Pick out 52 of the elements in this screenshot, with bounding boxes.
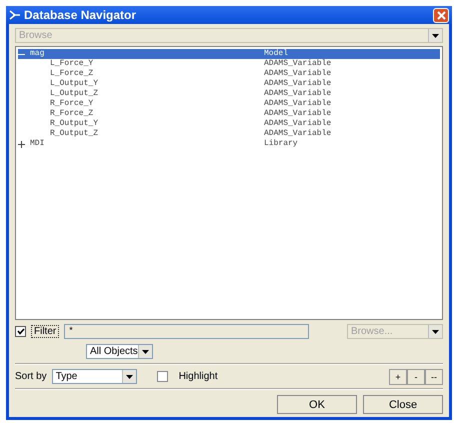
item-type: Model bbox=[264, 49, 288, 59]
dialog-button[interactable]: OK bbox=[277, 395, 357, 414]
close-icon bbox=[436, 10, 446, 20]
item-type: ADAMS_Variable bbox=[264, 99, 332, 109]
item-name: L_Force_Y bbox=[50, 59, 94, 69]
item-type: ADAMS_Variable bbox=[264, 109, 332, 119]
caret-icon bbox=[126, 374, 133, 378]
item-name: R_Output_Y bbox=[50, 119, 98, 129]
item-name: R_Force_Z bbox=[50, 109, 94, 119]
tree-row[interactable]: L_Output_Z ADAMS_Variable bbox=[18, 89, 440, 99]
item-name: mag bbox=[30, 49, 44, 59]
item-type: ADAMS_Variable bbox=[264, 69, 332, 79]
item-name: R_Output_Z bbox=[50, 129, 98, 139]
tree-row[interactable]: R_Output_Y ADAMS_Variable bbox=[18, 119, 440, 129]
item-type: ADAMS_Variable bbox=[264, 59, 332, 69]
highlight-label: Highlight bbox=[178, 371, 218, 382]
item-type: ADAMS_Variable bbox=[264, 129, 332, 139]
zoom-button[interactable]: - bbox=[407, 368, 425, 384]
tree-row[interactable]: R_Force_Z ADAMS_Variable bbox=[18, 109, 440, 119]
item-name: L_Force_Z bbox=[50, 69, 94, 79]
tree-row[interactable]: L_Force_Y ADAMS_Variable bbox=[18, 59, 440, 69]
window-title: Database Navigator bbox=[24, 8, 138, 22]
item-type: ADAMS_Variable bbox=[264, 79, 332, 89]
tree-row[interactable]: R_Output_Z ADAMS_Variable bbox=[18, 129, 440, 139]
app-icon bbox=[9, 10, 20, 20]
highlight-checkbox[interactable] bbox=[156, 371, 168, 382]
caret-icon bbox=[142, 350, 149, 354]
tree-row[interactable]: R_Force_Y ADAMS_Variable bbox=[18, 99, 440, 109]
item-type: ADAMS_Variable bbox=[264, 89, 332, 99]
item-name: L_Output_Y bbox=[50, 79, 98, 89]
sort-label: Sort by bbox=[15, 371, 47, 382]
dialog-button[interactable]: Close bbox=[363, 395, 443, 414]
caret-icon bbox=[432, 330, 439, 334]
zoom-button[interactable]: + bbox=[389, 368, 407, 384]
close-button[interactable] bbox=[433, 8, 449, 22]
tree-row[interactable]: MDI Library bbox=[18, 139, 440, 149]
item-name: MDI bbox=[30, 139, 44, 149]
filter-checkbox[interactable] bbox=[15, 326, 26, 337]
item-type: ADAMS_Variable bbox=[264, 119, 332, 129]
tree-row[interactable]: L_Output_Y ADAMS_Variable bbox=[18, 79, 440, 89]
dropdown[interactable]: All Objects bbox=[86, 344, 153, 359]
tree-row[interactable]: L_Force_Z ADAMS_Variable bbox=[18, 69, 440, 79]
expand-icon[interactable] bbox=[18, 140, 25, 148]
item-name: L_Output_Z bbox=[50, 89, 98, 99]
item-type: Library bbox=[264, 139, 298, 149]
caret-icon bbox=[432, 34, 439, 38]
filter-field[interactable]: * bbox=[64, 324, 310, 339]
dropdown[interactable]: Type bbox=[52, 369, 137, 384]
tree-row[interactable]: mag Model bbox=[18, 49, 440, 59]
filter-label: Filter bbox=[31, 325, 60, 338]
item-name: R_Force_Y bbox=[50, 99, 94, 109]
zoom-button[interactable]: -- bbox=[425, 368, 443, 384]
